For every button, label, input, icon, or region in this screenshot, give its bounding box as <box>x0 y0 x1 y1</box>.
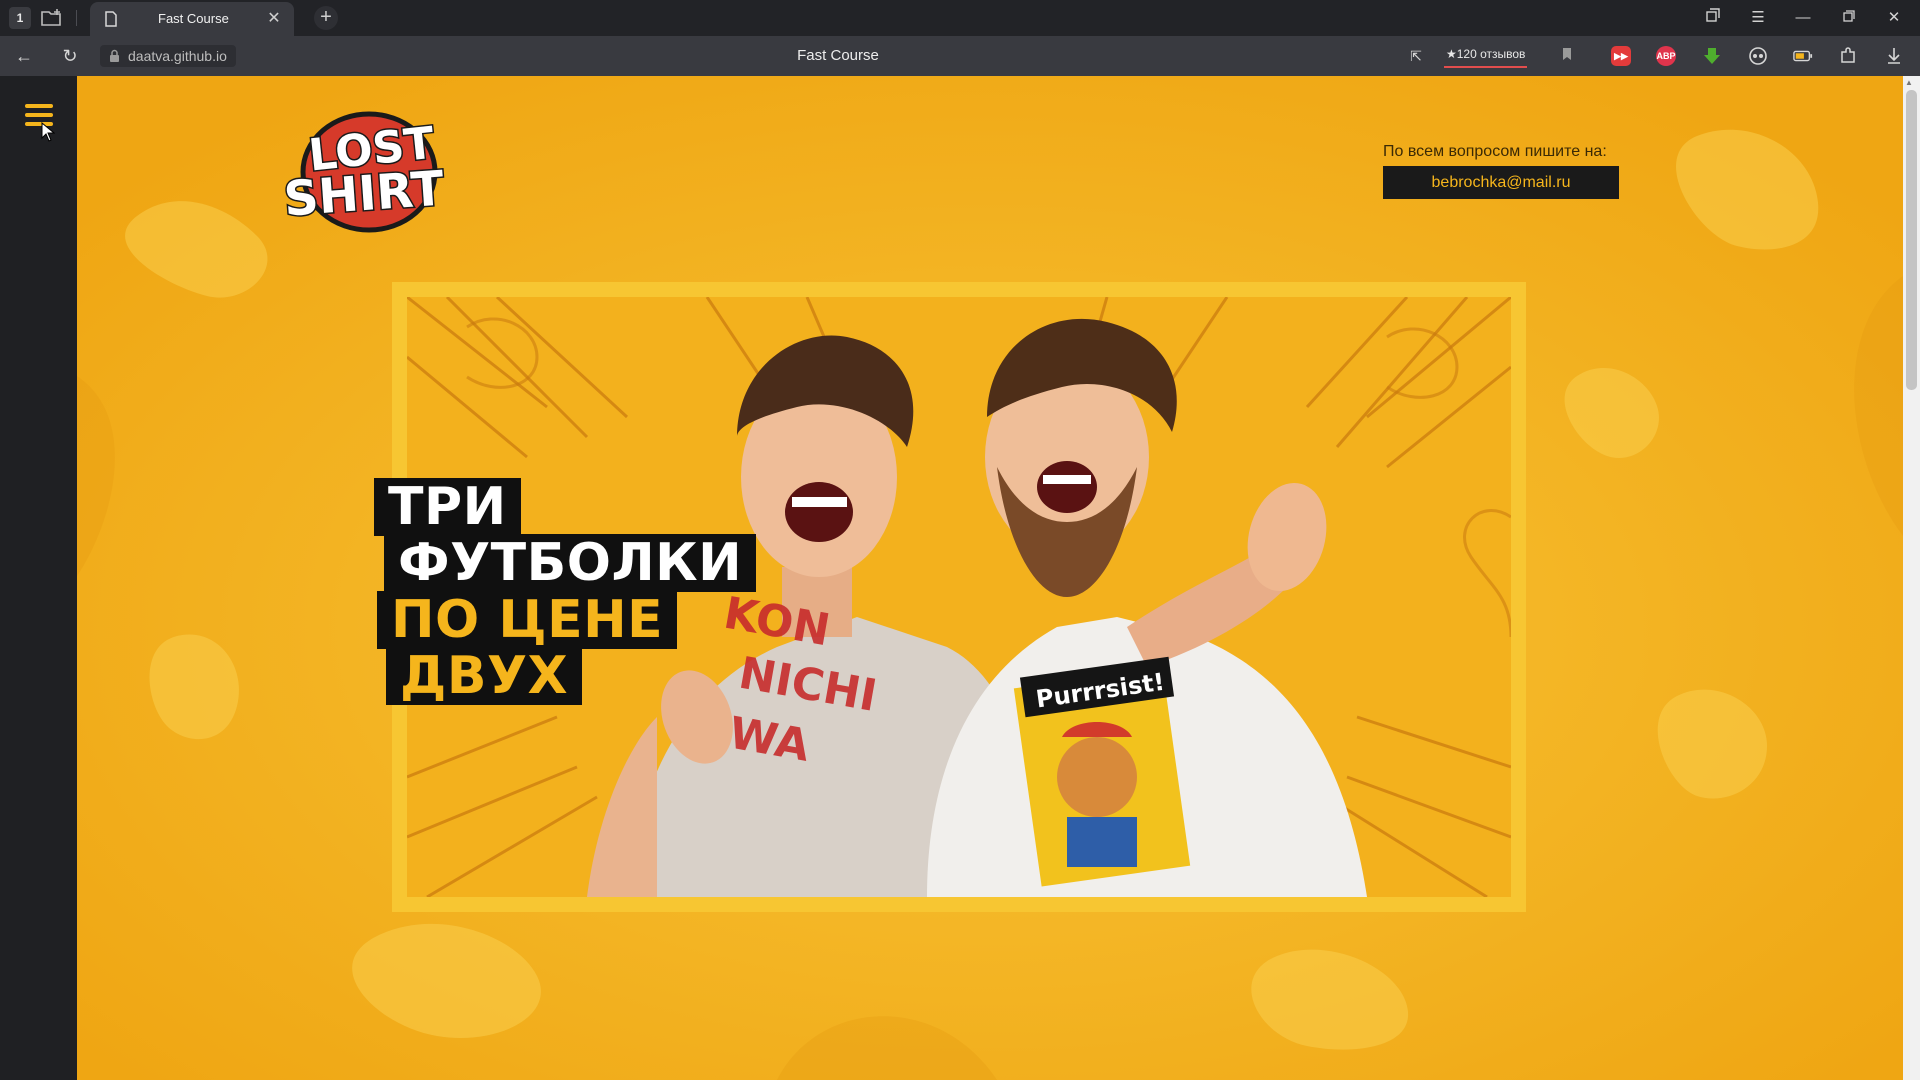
download-helper-icon[interactable] <box>1702 46 1722 66</box>
headline-line-1: ТРИ <box>374 478 521 536</box>
headline-line-2: ФУТБОЛКИ <box>384 534 757 592</box>
restore-icon[interactable] <box>1834 6 1864 30</box>
headline-line-3: ПО ЦЕНЕ <box>377 591 678 649</box>
close-window-icon[interactable]: ✕ <box>1879 6 1909 30</box>
reviews-badge[interactable]: ★120 отзывов <box>1444 44 1528 68</box>
scroll-up-icon[interactable]: ▲ <box>1905 78 1913 87</box>
scrollbar-thumb[interactable] <box>1906 90 1917 390</box>
reader-mode-icon[interactable] <box>1748 46 1768 66</box>
tab-fast-course[interactable]: Fast Course ✕ <box>90 2 294 36</box>
downloads-icon[interactable] <box>1884 46 1904 66</box>
site-sidebar <box>0 76 77 1080</box>
adblock-icon[interactable]: ABP <box>1656 46 1676 66</box>
logo-line2: SHIRT <box>285 161 446 228</box>
mouse-cursor-icon <box>41 122 55 142</box>
tab-counter-button[interactable]: 1 <box>9 7 31 29</box>
youtube-ext-icon[interactable]: ▶▶ <box>1611 46 1631 66</box>
tab-bar: 1 Fast Course ✕ + ☰ — ✕ <box>0 0 1920 36</box>
tab-folder-icon[interactable] <box>40 8 66 28</box>
share-icon[interactable]: ⇱ <box>1404 44 1428 68</box>
battery-icon[interactable] <box>1793 46 1813 66</box>
address-bar: ← ↻ daatva.github.io Fast Course ⇱ ★120 … <box>0 36 1920 76</box>
tab-separator <box>76 10 77 26</box>
extensions-icon[interactable] <box>1838 46 1858 66</box>
tab-stack-icon[interactable] <box>1698 6 1728 30</box>
close-tab-icon[interactable]: ✕ <box>264 9 284 29</box>
menu-icon[interactable]: ☰ <box>1743 6 1773 30</box>
contact-email-link[interactable]: bebrochka@mail.ru <box>1383 166 1619 199</box>
page-icon <box>104 11 118 27</box>
contact-label: По всем вопросом пишите на: <box>1383 143 1607 160</box>
new-tab-button[interactable]: + <box>314 6 338 30</box>
headline-line-4: ДВУХ <box>386 647 583 705</box>
tab-title: Fast Course <box>158 11 229 26</box>
minimize-icon[interactable]: — <box>1788 6 1818 30</box>
bookmark-icon[interactable] <box>1555 44 1579 68</box>
lost-shirt-logo[interactable]: LOST SHIRT <box>285 102 455 237</box>
